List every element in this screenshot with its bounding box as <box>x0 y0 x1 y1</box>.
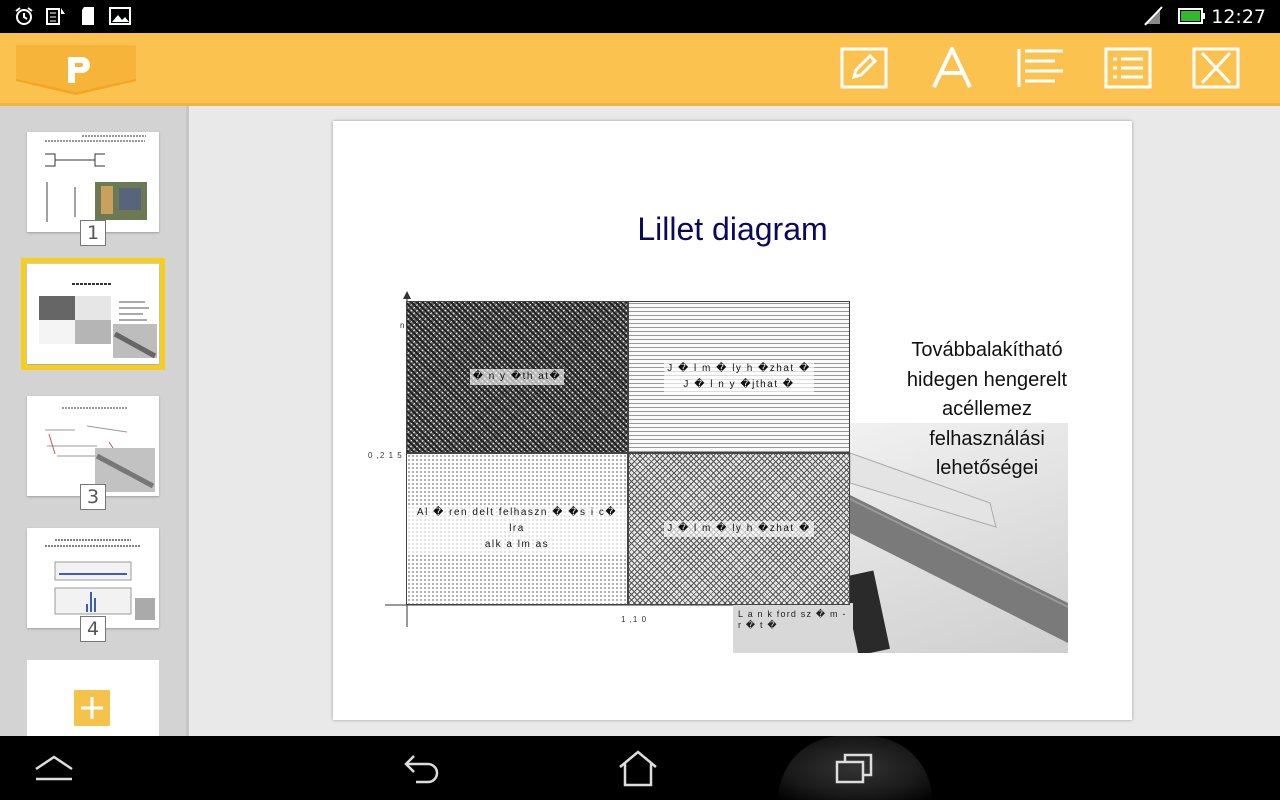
bullet-list-button[interactable] <box>1104 47 1152 89</box>
nav-home-button[interactable] <box>608 744 668 792</box>
alarm-icon <box>12 6 36 26</box>
battery-icon <box>1178 6 1206 26</box>
quadrant-bottom-left-label-1: Al � ren delt felhaszn � �s i c� lra <box>407 505 627 537</box>
nav-recent-apps-button[interactable] <box>825 744 885 792</box>
nav-up-button[interactable] <box>24 744 84 792</box>
photo-caption: L a n k ford sz � m - r � t � <box>738 609 847 630</box>
slide-side-text[interactable]: Továbbalakítható hidegen hengerelt acéll… <box>881 336 1093 484</box>
recent-apps-up-icon <box>35 755 73 781</box>
slide-number-1: 1 <box>80 220 106 246</box>
back-icon <box>404 755 439 784</box>
app-logo[interactable] <box>16 45 136 95</box>
quadrant-top-right: J � l m � ly h �zhat � J � l n y �jthat … <box>628 301 850 453</box>
side-text-line-5: lehetőségei <box>935 457 1039 479</box>
recent-apps-icon <box>835 753 873 784</box>
status-bar: 12:27 <box>0 0 1280 33</box>
align-left-icon <box>1017 49 1063 87</box>
photo-caption-strip: L a n k ford sz � m - r � t � <box>733 603 853 653</box>
quadrant-top-right-label-2: J � l n y �jthat � <box>664 377 814 393</box>
quadrant-top-left: � n y �th at� <box>406 301 628 453</box>
align-left-button[interactable] <box>1016 47 1064 89</box>
system-nav-bar <box>0 736 1280 800</box>
sd-card-icon <box>78 6 98 26</box>
close-icon <box>1192 47 1240 89</box>
side-text-line-4: felhasználási <box>929 427 1045 450</box>
slide-canvas[interactable]: Lillet diagram n 0 ,2 1 5 1 ,1 0 L a n k… <box>333 121 1132 720</box>
text-format-icon <box>932 47 972 88</box>
sim-icon <box>44 6 68 26</box>
side-text-line-2: hidegen hengerelt <box>906 368 1068 391</box>
quadrant-bottom-right-label: J � l m � ly h �zhat � <box>664 521 814 537</box>
add-slide-card[interactable] <box>27 660 159 736</box>
x-axis-tick: 1 ,1 0 <box>621 615 648 624</box>
slide-thumbnail-1[interactable] <box>27 132 159 232</box>
slide-thumbnail-panel[interactable]: 1 2 3 <box>0 106 189 736</box>
bullet-list-icon <box>1104 47 1152 89</box>
close-button[interactable] <box>1192 47 1240 89</box>
slide-thumbnail-2[interactable] <box>21 258 165 370</box>
y-axis-tick: 0 ,2 1 5 <box>368 451 403 460</box>
quadrant-bottom-left-label-2: alk a lm as <box>407 537 627 553</box>
plus-icon <box>81 697 103 719</box>
text-format-button[interactable] <box>928 47 976 89</box>
nav-back-button[interactable] <box>392 744 452 792</box>
muted-signal-icon <box>1142 6 1164 26</box>
quadrant-top-right-label-1: J � l m � ly h �zhat � <box>664 361 814 377</box>
app-toolbar <box>0 33 1280 106</box>
quadrant-bottom-left: Al � ren delt felhaszn � �s i c� lra alk… <box>406 453 628 605</box>
quadrant-bottom-right: J � l m � ly h �zhat � <box>628 453 850 605</box>
clock: 12:27 <box>1211 6 1266 28</box>
gallery-icon <box>108 6 132 26</box>
lillet-quadrant-grid[interactable]: � n y �th at� J � l m � ly h �zhat � J �… <box>406 301 850 605</box>
side-text-line-1: Továbbalakítható <box>911 339 1063 361</box>
add-slide-button[interactable] <box>74 690 110 726</box>
home-icon <box>619 750 657 787</box>
side-text-line-3: acéllemez <box>941 398 1033 420</box>
slide-number-4: 4 <box>80 616 106 642</box>
slide-number-3: 3 <box>80 484 106 510</box>
edit-button[interactable] <box>840 47 888 89</box>
slide-thumbnail-4[interactable] <box>27 528 159 628</box>
edit-icon <box>840 47 888 89</box>
y-axis-label: n <box>400 321 406 330</box>
slide-thumbnail-3[interactable] <box>27 396 159 496</box>
quadrant-top-left-label: � n y �th at� <box>469 369 565 385</box>
